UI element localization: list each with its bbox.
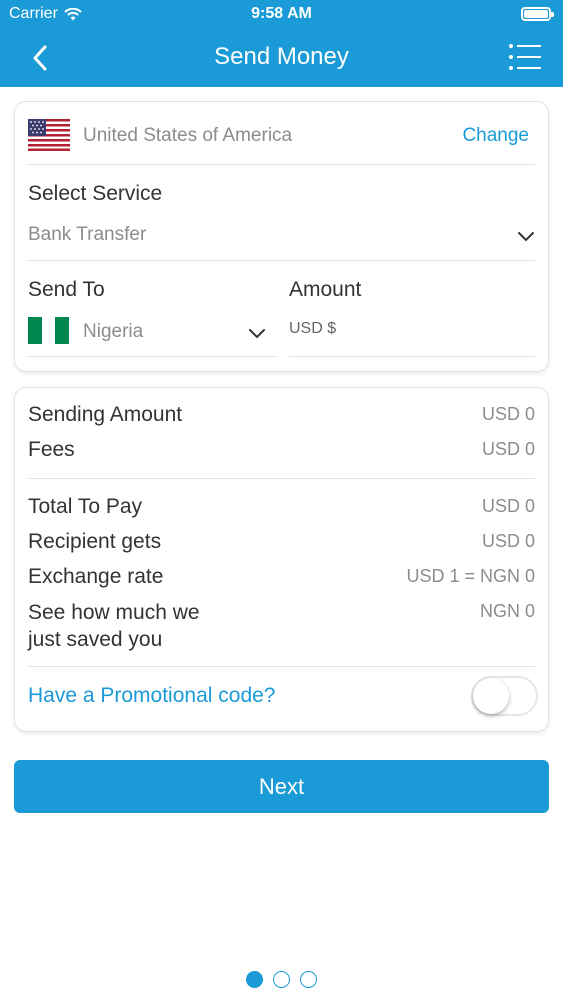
divider: [28, 478, 535, 479]
page-title: Send Money: [214, 43, 349, 70]
status-bar: Carrier 9:58 AM: [0, 0, 563, 30]
savings-label: See how much we just saved you: [28, 599, 200, 653]
transfer-summary-card: Sending Amount USD 0 Fees USD 0 Total To…: [14, 387, 549, 732]
amount-label: Amount: [289, 278, 362, 301]
amount-input[interactable]: USD $: [289, 320, 529, 338]
select-service-label: Select Service: [28, 182, 163, 205]
next-button[interactable]: Next: [14, 760, 549, 813]
send-to-label: Send To: [28, 278, 105, 301]
nigeria-flag-icon: [28, 317, 69, 344]
divider: [28, 260, 535, 261]
chevron-down-icon: [518, 232, 534, 242]
exchange-rate-value: USD 1 = NGN 0: [406, 566, 535, 586]
fees-label: Fees: [28, 438, 75, 461]
send-to-selected-value: Nigeria: [83, 321, 144, 342]
promo-code-link[interactable]: Have a Promotional code?: [28, 684, 275, 708]
divider: [28, 164, 535, 165]
service-selected-value: Bank Transfer: [28, 224, 147, 245]
nav-bar: Send Money: [0, 30, 563, 87]
recipient-gets-value: USD 0: [481, 531, 535, 551]
promo-code-toggle[interactable]: [471, 676, 538, 716]
status-time: 9:58 AM: [251, 5, 312, 22]
sending-amount-label: Sending Amount: [28, 403, 183, 426]
savings-label-line1: See how much we: [28, 601, 200, 624]
divider: [28, 356, 276, 357]
exchange-rate-label: Exchange rate: [28, 565, 164, 588]
send-to-dropdown[interactable]: Nigeria: [28, 310, 276, 354]
list-menu-icon: [509, 44, 541, 70]
sending-amount-value: USD 0: [481, 404, 535, 424]
savings-value: NGN 0: [479, 601, 535, 621]
page-dot-2[interactable]: [273, 971, 290, 988]
service-dropdown[interactable]: Bank Transfer: [28, 214, 535, 258]
recipient-gets-label: Recipient gets: [28, 530, 162, 553]
origin-country: United States of America: [83, 125, 293, 146]
chevron-down-icon: [249, 329, 265, 339]
divider: [289, 356, 535, 357]
battery-icon: [521, 7, 554, 21]
savings-label-line2: just saved you: [28, 628, 163, 651]
menu-button[interactable]: [507, 42, 543, 74]
us-flag-icon: [28, 119, 70, 151]
toggle-knob: [473, 678, 509, 714]
page-dot-1[interactable]: [246, 971, 263, 988]
page-indicator: [0, 971, 563, 988]
total-to-pay-label: Total To Pay: [28, 495, 143, 518]
change-country-link[interactable]: Change: [462, 125, 529, 147]
transfer-setup-card: United States of America Change Select S…: [14, 101, 549, 372]
fees-value: USD 0: [481, 439, 535, 459]
total-to-pay-value: USD 0: [481, 496, 535, 516]
page-dot-3[interactable]: [300, 971, 317, 988]
divider: [28, 666, 535, 667]
app-header: Carrier 9:58 AM Send Money: [0, 0, 563, 87]
